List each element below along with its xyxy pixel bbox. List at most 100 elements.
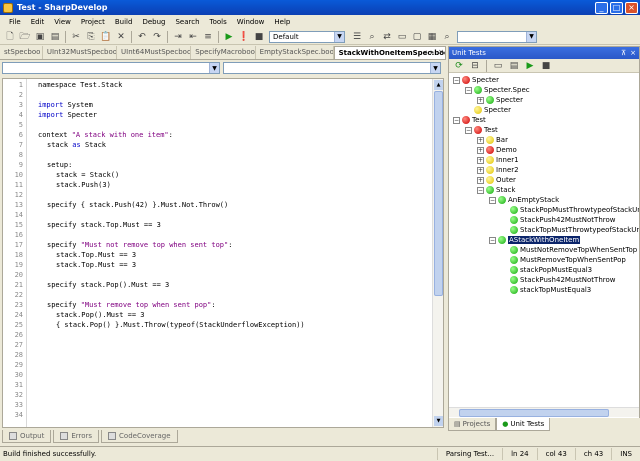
test-tree-node[interactable]: − Specter.Spec bbox=[465, 85, 530, 95]
menu-view[interactable]: View bbox=[49, 18, 76, 26]
open-folder-icon[interactable]: 🗁 bbox=[18, 30, 32, 44]
tab-output[interactable]: Output bbox=[2, 430, 52, 443]
tab-stspec[interactable]: stSpecboo bbox=[0, 46, 43, 59]
test-tree-node[interactable]: − Test bbox=[465, 125, 498, 135]
refresh-icon[interactable]: ⟳ bbox=[452, 59, 466, 73]
run-icon[interactable]: ▶ bbox=[222, 30, 236, 44]
menu-debug[interactable]: Debug bbox=[137, 18, 170, 26]
collapse-icon[interactable]: − bbox=[489, 196, 496, 204]
collapse-icon[interactable]: − bbox=[465, 126, 472, 134]
collapse-icon[interactable]: − bbox=[477, 186, 484, 194]
menu-tools[interactable]: Tools bbox=[205, 18, 232, 26]
cut-icon[interactable]: ✂ bbox=[69, 30, 83, 44]
copy-icon[interactable]: ⎘ bbox=[84, 30, 98, 44]
scrollbar-thumb[interactable] bbox=[459, 409, 609, 417]
test-tree-node[interactable]: − AStackWithOneItem bbox=[489, 235, 581, 245]
tree-horizontal-scrollbar[interactable] bbox=[449, 407, 639, 417]
expand-icon[interactable]: + bbox=[477, 146, 484, 154]
breakpoint-icon[interactable]: ❗ bbox=[237, 30, 251, 44]
collapse-icon[interactable]: − bbox=[465, 86, 472, 94]
test-tree-node[interactable]: StackPopMustThrowtypeofStackUn bbox=[501, 205, 639, 215]
maximize-button[interactable]: □ bbox=[610, 1, 623, 14]
expand-icon[interactable]: + bbox=[477, 176, 484, 184]
find-icon[interactable]: ⌕ bbox=[365, 30, 379, 44]
paste-icon[interactable]: 📋 bbox=[99, 30, 113, 44]
tab-unit-tests[interactable]: ● Unit Tests bbox=[496, 418, 551, 431]
test-tree-node[interactable]: − Test bbox=[453, 115, 486, 125]
test-tree-node[interactable]: + Outer bbox=[477, 175, 516, 185]
pad-icon[interactable]: ▤ bbox=[507, 59, 521, 73]
scrollbar-thumb[interactable] bbox=[434, 91, 443, 296]
stop-tests-icon[interactable]: ■ bbox=[539, 59, 553, 73]
test-tree-node[interactable]: + Bar bbox=[477, 135, 508, 145]
expand-icon[interactable]: + bbox=[477, 166, 484, 174]
undo-icon[interactable]: ↶ bbox=[135, 30, 149, 44]
test-tree-node[interactable]: MustNotRemoveTopWhenSentTop bbox=[501, 245, 637, 255]
save-icon[interactable]: ▣ bbox=[33, 30, 47, 44]
stop-icon[interactable]: ■ bbox=[252, 30, 266, 44]
minimize-button[interactable]: _ bbox=[595, 1, 608, 14]
tab-specify-macro[interactable]: SpecifyMacroboo bbox=[191, 46, 256, 59]
editor-vertical-scrollbar[interactable]: ▲ ▼ bbox=[432, 79, 443, 427]
test-tree-node[interactable]: − AnEmptyStack bbox=[489, 195, 559, 205]
collapse-icon[interactable]: − bbox=[453, 76, 460, 84]
comment-toggle-icon[interactable]: ▭ bbox=[395, 30, 409, 44]
test-tree-node[interactable]: Specter bbox=[465, 105, 511, 115]
chevron-down-icon[interactable]: ▼ bbox=[209, 63, 219, 73]
test-tree-node[interactable]: + Inner1 bbox=[477, 155, 519, 165]
menu-build[interactable]: Build bbox=[110, 18, 138, 26]
chevron-down-icon[interactable]: ▼ bbox=[334, 31, 344, 42]
tab-empty-stack[interactable]: EmptyStackSpec.boo bbox=[256, 46, 334, 59]
tab-close-icon[interactable]: × bbox=[438, 48, 444, 56]
test-tree-node[interactable]: − Specter bbox=[453, 75, 499, 85]
save-all-icon[interactable]: ▤ bbox=[48, 30, 62, 44]
tab-uint32[interactable]: UInt32MustSpecboo bbox=[43, 46, 118, 59]
add-nunit-icon[interactable]: ▭ bbox=[491, 59, 505, 73]
menu-file[interactable]: File bbox=[4, 18, 26, 26]
test-tree-node[interactable]: stackTopMustEqual3 bbox=[501, 285, 591, 295]
configuration-select[interactable]: Default ▼ bbox=[269, 30, 345, 43]
close-button[interactable]: × bbox=[625, 1, 638, 14]
collapse-icon[interactable]: − bbox=[489, 236, 496, 244]
code-editor[interactable]: 1 namespace Test.Stack 2 3 import System 4 imp… bbox=[2, 78, 444, 428]
class-dropdown[interactable]: ▼ bbox=[2, 62, 220, 74]
menu-window[interactable]: Window bbox=[232, 18, 270, 26]
test-tree-node[interactable]: + Inner2 bbox=[477, 165, 519, 175]
outdent-icon[interactable]: ⇤ bbox=[186, 30, 200, 44]
menu-search[interactable]: Search bbox=[170, 18, 204, 26]
collapse-icon[interactable]: − bbox=[453, 116, 460, 124]
options-icon[interactable]: ▦ bbox=[425, 30, 439, 44]
panel-close-icon[interactable]: × bbox=[630, 49, 636, 57]
expand-icon[interactable]: + bbox=[477, 156, 484, 164]
pin-icon[interactable]: ⊼ bbox=[621, 49, 626, 57]
menu-project[interactable]: Project bbox=[76, 18, 110, 26]
bookmark-icon[interactable]: ☰ bbox=[350, 30, 364, 44]
redo-icon[interactable]: ↷ bbox=[150, 30, 164, 44]
expand-icon[interactable]: + bbox=[477, 136, 484, 144]
test-tree-node[interactable]: + Specter bbox=[477, 95, 523, 105]
chevron-down-icon[interactable]: ▼ bbox=[430, 63, 440, 73]
menu-help[interactable]: Help bbox=[269, 18, 295, 26]
tab-errors[interactable]: Errors bbox=[53, 430, 100, 443]
unit-tests-tree[interactable]: − Specter − Specter.Spec + Specter Specter − Tes… bbox=[449, 73, 639, 403]
test-tree-node[interactable]: MustRemoveTopWhenSentPop bbox=[501, 255, 626, 265]
tab-code-coverage[interactable]: CodeCoverage bbox=[101, 430, 178, 443]
scroll-up-icon[interactable]: ▲ bbox=[434, 80, 443, 90]
collapse-icon[interactable]: ⊟ bbox=[468, 59, 482, 73]
run-tests-icon[interactable]: ▶ bbox=[523, 59, 537, 73]
tab-scroll-left-icon[interactable]: ◂ bbox=[423, 48, 427, 56]
test-tree-node[interactable]: − Stack bbox=[477, 185, 515, 195]
indent-icon[interactable]: ⇥ bbox=[171, 30, 185, 44]
search-icon[interactable]: ⌕ bbox=[440, 30, 454, 44]
tab-projects[interactable]: ▤ Projects bbox=[448, 418, 497, 431]
tab-uint64[interactable]: UInt64MustSpecboo bbox=[117, 46, 192, 59]
window-icon[interactable]: ▢ bbox=[410, 30, 424, 44]
test-tree-node[interactable]: StackTopMustThrowtypeofStackUn bbox=[501, 225, 639, 235]
menu-edit[interactable]: Edit bbox=[26, 18, 50, 26]
test-tree-node[interactable]: StackPush42MustNotThrow bbox=[501, 275, 615, 285]
scroll-down-icon[interactable]: ▼ bbox=[434, 416, 443, 426]
member-dropdown[interactable]: ▼ bbox=[223, 62, 441, 74]
comment-icon[interactable]: ≡ bbox=[201, 30, 215, 44]
test-tree-node[interactable]: StackPush42MustNotThrow bbox=[501, 215, 615, 225]
search-combo[interactable]: ▼ bbox=[457, 30, 537, 43]
